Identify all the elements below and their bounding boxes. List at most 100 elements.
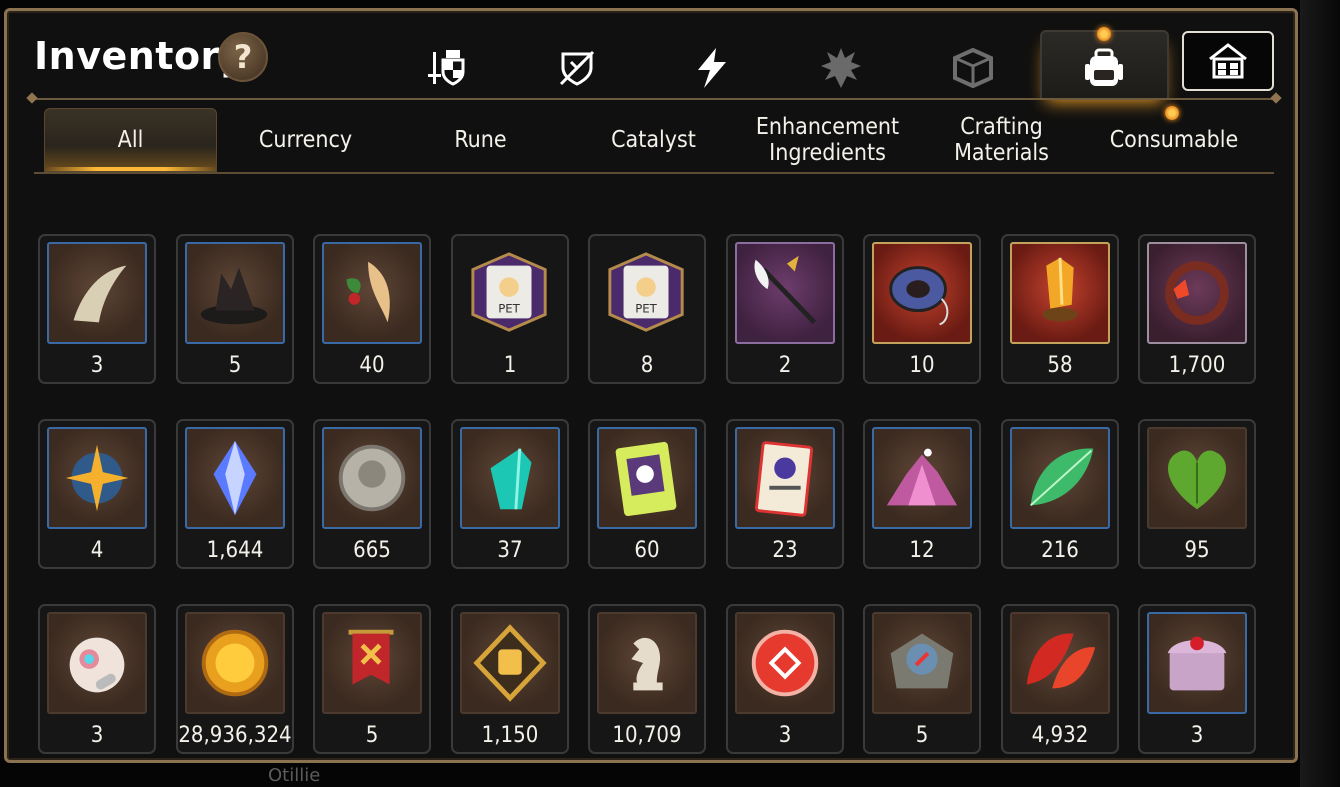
header-divider [34,98,1274,100]
red-leaf-icon [1026,633,1096,689]
item-icon-frame [185,427,285,529]
pet-food-pack-icon: PET [608,252,684,332]
sub-tab-bar: All Currency Rune Catalyst Enhancement In… [44,108,1276,172]
item-count: 4 [90,538,104,563]
tab-rune[interactable]: Rune [394,108,567,172]
svg-text:PET: PET [498,302,520,316]
fist-emblem-icon [473,624,547,702]
item-slot[interactable]: PET 8 [588,234,706,384]
teal-crystal-icon [490,448,532,510]
item-slot[interactable]: 40 [313,234,431,384]
tab-catalyst[interactable]: Catalyst [567,108,740,172]
item-icon-frame [47,427,147,529]
item-icon-frame [185,242,285,344]
item-icon-frame [47,612,147,714]
artifact-icon [559,50,595,86]
item-grid: 1413111113540PET1PET8210581,70041,644665… [0,174,1340,760]
blue-gem-icon [213,440,257,516]
item-count: 58 [1047,353,1073,378]
storage-house-icon [1209,43,1247,79]
robot-pod-icon [69,637,125,693]
tab-energy[interactable] [686,42,738,94]
item-slot[interactable]: 60 [588,419,706,569]
item-count: 3 [90,353,104,378]
dark-ooze-icon [200,267,268,325]
tab-artifact[interactable] [551,42,603,94]
item-count: 10 [909,353,935,378]
tab-exclusive-equipment[interactable] [815,42,867,94]
amulet-icon [889,266,949,326]
equipment-icon [428,50,465,86]
box-icon [953,47,993,89]
item-icon-frame [872,242,972,344]
item-icon-frame [185,612,285,714]
item-slot[interactable]: 1,700 [1138,234,1256,384]
item-slot[interactable]: 216 [1001,419,1119,569]
item-slot[interactable]: 5 [176,234,294,384]
item-slot[interactable]: 10 [863,234,981,384]
tab-enhancement-ingredients[interactable]: Enhancement Ingredients [741,108,914,172]
item-count: 4,932 [1031,723,1089,748]
gold-coin-icon [201,629,269,697]
item-slot[interactable]: 5 [313,604,431,754]
new-indicator-dot [1165,106,1179,120]
item-icon-frame [1147,242,1247,344]
item-count: 216 [1041,538,1079,563]
item-slot[interactable]: PET 1 [451,234,569,384]
red-banner-icon [348,629,394,685]
item-slot[interactable]: 3 [38,234,156,384]
item-slot[interactable]: 95 [1138,419,1256,569]
item-icon-frame [872,612,972,714]
item-slot[interactable]: 1,644 [176,419,294,569]
item-slot[interactable]: 4,932 [1001,604,1119,754]
item-count: 3 [778,723,792,748]
item-slot[interactable]: 3 [1138,604,1256,754]
tab-crafting-materials[interactable]: Crafting Materials [915,108,1088,172]
storage-button[interactable] [1182,31,1274,91]
item-count: 5 [365,723,379,748]
energy-icon [698,48,726,88]
tab-equipment[interactable] [421,42,473,94]
item-count: 1,644 [206,538,264,563]
green-heart-icon [1167,450,1227,510]
tab-currency[interactable]: Currency [219,108,392,172]
svg-text:PET: PET [635,302,657,316]
item-slot[interactable]: 58 [1001,234,1119,384]
pet-food-pack-icon: PET [471,252,547,332]
item-slot[interactable]: 665 [313,419,431,569]
help-button[interactable]: ? [218,32,268,82]
item-icon-frame [597,427,697,529]
tab-all[interactable]: All [44,108,217,172]
item-slot[interactable]: 4 [38,419,156,569]
new-indicator-dot [1097,27,1111,41]
item-icon-frame [1147,612,1247,714]
tab-backpack[interactable] [1078,42,1130,94]
item-slot[interactable]: 3 [726,604,844,754]
item-icon-frame [1010,242,1110,344]
red-ring-icon [1165,261,1229,325]
item-slot[interactable]: 5 [863,604,981,754]
item-count: 10,709 [612,723,682,748]
item-icon-frame: PET [460,242,560,344]
page-title: Inventory [34,34,246,78]
item-icon-frame [735,242,835,344]
item-icon-frame [1147,427,1247,529]
item-count: 1,700 [1168,353,1226,378]
item-slot[interactable]: 23 [726,419,844,569]
item-icon-frame [47,242,147,344]
item-icon-frame [322,242,422,344]
tab-box[interactable] [947,42,999,94]
item-slot[interactable]: 37 [451,419,569,569]
item-icon-frame [322,427,422,529]
item-slot[interactable]: 28,936,324 [176,604,294,754]
item-count: 3 [1190,723,1204,748]
item-slot[interactable]: 12 [863,419,981,569]
item-slot[interactable]: 10,709 [588,604,706,754]
item-count: 95 [1184,538,1210,563]
green-leaf-icon [1030,448,1094,507]
item-slot[interactable]: 1,150 [451,604,569,754]
item-count: 5 [228,353,242,378]
item-slot[interactable]: 3 [38,604,156,754]
item-slot[interactable]: 2 [726,234,844,384]
pet-card-icon [615,441,677,517]
